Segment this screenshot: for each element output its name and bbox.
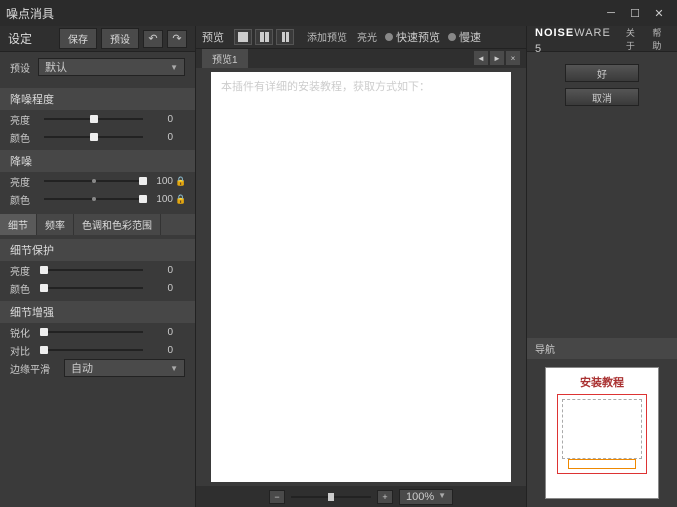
preview-canvas[interactable]: 本插件有详细的安装教程，获取方式如下： <box>196 68 526 486</box>
settings-panel: 设定 保存 预设 ↶ ↷ 预设 默认 ▼ 降噪程度 亮度 0 颜色 0 <box>0 26 195 507</box>
tab-next-icon[interactable]: ► <box>490 51 504 65</box>
right-panel: NOISEWARE 5 关于 帮助 好 取消 导航 安装教程 <box>527 26 677 507</box>
preview-panel: 预览 添加预览 亮光 快速预览 慢速 预览1 ◄ ► × 本插件有详细的安装教程… <box>195 26 527 507</box>
protect-luminance-slider[interactable]: 亮度 0 <box>0 261 195 279</box>
maximize-button[interactable]: ☐ <box>623 1 647 25</box>
luminance2-slider[interactable]: 亮度 100🔒 <box>0 172 195 190</box>
slow-preview-radio[interactable]: 慢速 <box>448 29 481 45</box>
protect-color-slider[interactable]: 颜色 0 <box>0 279 195 297</box>
preset-select[interactable]: 默认 ▼ <box>38 58 185 76</box>
lock-icon[interactable]: 🔒 <box>175 194 185 205</box>
undo-icon[interactable]: ↶ <box>143 30 163 48</box>
tab-tone-color-range[interactable]: 色调和色彩范围 <box>74 214 161 235</box>
zoom-select[interactable]: 100%▼ <box>399 489 453 505</box>
tab-close-icon[interactable]: × <box>506 51 520 65</box>
chevron-down-icon: ▼ <box>170 364 178 373</box>
brand-logo: NOISEWARE 5 <box>535 23 616 55</box>
view-split-v-icon[interactable] <box>276 29 294 45</box>
sharpen-slider[interactable]: 锐化 0 <box>0 323 195 341</box>
noise-level-header: 降噪程度 <box>0 88 195 110</box>
tab-frequency[interactable]: 频率 <box>37 214 74 235</box>
contrast-slider[interactable]: 对比 0 <box>0 341 195 359</box>
cancel-button[interactable]: 取消 <box>565 88 639 106</box>
document-tabs: 预览1 ◄ ► × <box>196 49 526 68</box>
save-preset-button[interactable]: 保存 <box>59 28 97 49</box>
noise-reduce-header: 降噪 <box>0 150 195 172</box>
edge-smooth-label: 边缘平滑 <box>10 361 58 376</box>
minimize-button[interactable]: ─ <box>599 1 623 25</box>
navigator-header: 导航 <box>527 338 677 359</box>
detail-protect-header: 细节保护 <box>0 239 195 261</box>
help-link[interactable]: 帮助 <box>652 26 669 52</box>
preset-button[interactable]: 预设 <box>101 28 139 49</box>
window-title: 噪点消具 <box>6 5 599 22</box>
detail-enhance-header: 细节增强 <box>0 301 195 323</box>
settings-title: 设定 <box>8 30 32 47</box>
document-page: 本插件有详细的安装教程，获取方式如下： <box>211 72 511 482</box>
color2-slider[interactable]: 颜色 100🔒 <box>0 190 195 208</box>
lock-icon[interactable]: 🔒 <box>175 176 185 187</box>
tab-detail[interactable]: 细节 <box>0 214 37 235</box>
detail-tabs: 细节 频率 色调和色彩范围 <box>0 214 195 235</box>
zoom-out-button[interactable]: − <box>269 490 285 504</box>
chevron-down-icon: ▼ <box>170 63 178 72</box>
zoom-in-button[interactable]: + <box>377 490 393 504</box>
preview-tab-1[interactable]: 预览1 <box>202 49 248 68</box>
preview-title: 预览 <box>202 29 224 45</box>
navigator-thumbnail[interactable]: 安装教程 <box>545 367 659 499</box>
settings-header: 设定 保存 预设 ↶ ↷ <box>0 26 195 52</box>
view-split-h-icon[interactable] <box>255 29 273 45</box>
preset-label: 预设 <box>10 60 38 75</box>
view-single-icon[interactable] <box>234 29 252 45</box>
preview-header: 预览 添加预览 亮光 快速预览 慢速 <box>196 26 526 49</box>
tab-prev-icon[interactable]: ◄ <box>474 51 488 65</box>
brand-header: NOISEWARE 5 关于 帮助 <box>527 26 677 52</box>
zoom-slider[interactable] <box>291 496 371 498</box>
close-button[interactable]: ✕ <box>647 1 671 25</box>
about-link[interactable]: 关于 <box>626 26 643 52</box>
apply-button[interactable]: 好 <box>565 64 639 82</box>
highlight-link[interactable]: 亮光 <box>357 29 377 44</box>
zoom-bar: − + 100%▼ <box>196 486 526 507</box>
fast-preview-radio[interactable]: 快速预览 <box>385 29 440 45</box>
edge-smooth-select[interactable]: 自动 ▼ <box>64 359 185 377</box>
redo-icon[interactable]: ↷ <box>167 30 187 48</box>
color-slider[interactable]: 颜色 0 <box>0 128 195 146</box>
luminance-slider[interactable]: 亮度 0 <box>0 110 195 128</box>
add-preview-link[interactable]: 添加预览 <box>307 29 347 44</box>
